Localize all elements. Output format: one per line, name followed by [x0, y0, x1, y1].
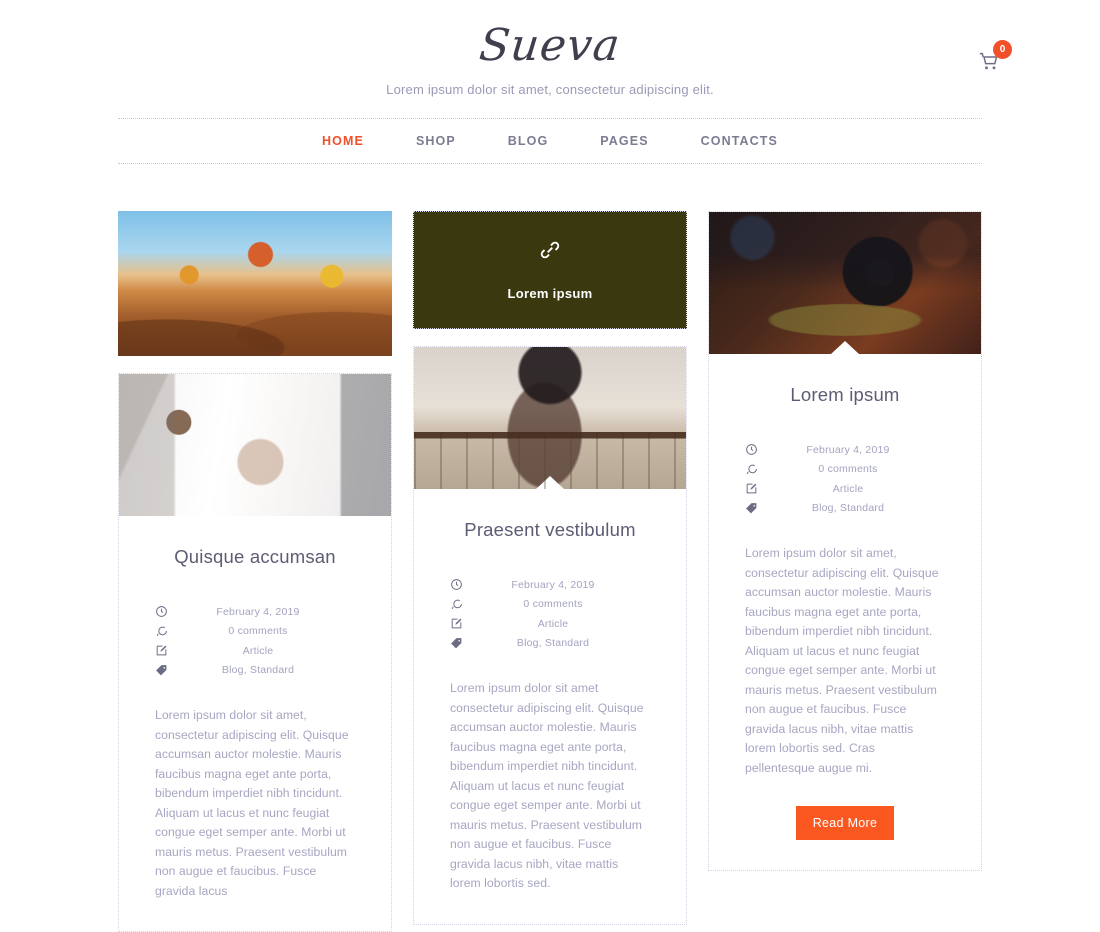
post-meta-list: February 4, 2019 0 comments Article Blog… [450, 575, 650, 653]
tag-icon [745, 502, 765, 515]
site-header: Sueva Lorem ipsum dolor sit amet, consec… [0, 0, 1100, 118]
comment-bubble-icon [745, 463, 765, 476]
brand-block: Sueva Lorem ipsum dolor sit amet, consec… [0, 18, 1100, 97]
nav-item-home[interactable]: HOME [296, 134, 390, 148]
post-date-text: February 4, 2019 [806, 443, 890, 456]
post-body: Praesent vestibulum February 4, 2019 0 c… [414, 489, 686, 924]
post-image-desk-flatlay[interactable] [119, 374, 391, 516]
clock-icon [450, 578, 470, 591]
pencil-square-icon [450, 617, 470, 630]
post-tags-text[interactable]: Blog, Standard [470, 637, 650, 649]
post-card-lorem-ipsum: Lorem ipsum February 4, 2019 0 comments [708, 211, 982, 872]
clock-icon [745, 443, 765, 456]
clock-icon [155, 605, 175, 618]
post-comments-text[interactable]: 0 comments [470, 598, 650, 610]
comment-bubble-icon [450, 598, 470, 611]
post-comments-text[interactable]: 0 comments [175, 625, 355, 637]
read-more-button[interactable]: Read More [795, 806, 895, 841]
masonry-column-middle: Lorem ipsum Praesent vestibulum February… [413, 211, 687, 925]
nav-item-pages[interactable]: PAGES [574, 134, 674, 148]
post-tags-text[interactable]: Blog, Standard [765, 502, 945, 514]
post-image-balloons[interactable] [118, 211, 392, 356]
nav-item-shop[interactable]: SHOP [390, 134, 482, 148]
site-tagline: Lorem ipsum dolor sit amet, consectetur … [386, 82, 714, 97]
post-body: Quisque accumsan February 4, 2019 0 comm… [119, 516, 391, 931]
post-card-quisque-accumsan: Quisque accumsan February 4, 2019 0 comm… [118, 373, 392, 932]
post-title[interactable]: Quisque accumsan [155, 546, 355, 568]
post-title[interactable]: Lorem ipsum [745, 384, 945, 406]
post-card-praesent-vestibulum: Praesent vestibulum February 4, 2019 0 c… [413, 346, 687, 925]
post-tags-text[interactable]: Blog, Standard [175, 664, 355, 676]
tag-icon [155, 664, 175, 677]
post-meta-comments: 0 comments [450, 595, 650, 615]
post-meta-date: February 4, 2019 [155, 602, 355, 622]
post-meta-comments: 0 comments [745, 460, 945, 480]
nav-item-contacts[interactable]: CONTACTS [675, 134, 804, 148]
post-comments-text[interactable]: 0 comments [765, 463, 945, 475]
post-excerpt: Lorem ipsum dolor sit amet consectetur a… [450, 681, 644, 891]
post-meta-list: February 4, 2019 0 comments Article Blog… [155, 602, 355, 680]
post-meta-category: Article [155, 641, 355, 661]
post-card-link-format[interactable]: Lorem ipsum [413, 211, 687, 329]
site-title: Sueva [477, 20, 623, 71]
tag-icon [450, 637, 470, 650]
post-meta-date: February 4, 2019 [745, 440, 945, 460]
cart-count-badge: 0 [993, 40, 1012, 59]
post-meta-tags: Blog, Standard [745, 499, 945, 519]
masonry-column-right: Lorem ipsum February 4, 2019 0 comments [708, 211, 982, 872]
image-notch [831, 341, 859, 354]
post-meta-category: Article [450, 614, 650, 634]
post-date-text: February 4, 2019 [511, 578, 595, 591]
link-card-label: Lorem ipsum [507, 286, 593, 301]
image-notch [536, 476, 564, 489]
post-image-camera[interactable] [709, 212, 981, 354]
chain-link-icon [539, 239, 561, 266]
post-category-text[interactable]: Article [765, 483, 945, 495]
pencil-square-icon [745, 482, 765, 495]
cart-widget[interactable]: 0 [968, 40, 1012, 74]
post-title[interactable]: Praesent vestibulum [450, 519, 650, 541]
masonry-grid: Quisque accumsan February 4, 2019 0 comm… [0, 164, 1100, 932]
post-meta-list: February 4, 2019 0 comments Article Blog… [745, 440, 945, 518]
nav-item-blog[interactable]: BLOG [482, 134, 575, 148]
post-category-text[interactable]: Article [175, 645, 355, 657]
post-meta-tags: Blog, Standard [155, 661, 355, 681]
post-excerpt: Lorem ipsum dolor sit amet, consectetur … [745, 546, 939, 775]
post-meta-category: Article [745, 479, 945, 499]
read-more-wrapper: Read More [745, 806, 945, 841]
post-date-text: February 4, 2019 [216, 605, 300, 618]
masonry-column-left: Quisque accumsan February 4, 2019 0 comm… [118, 211, 392, 932]
post-body: Lorem ipsum February 4, 2019 0 comments [709, 354, 981, 870]
post-category-text[interactable]: Article [470, 618, 650, 630]
post-meta-tags: Blog, Standard [450, 634, 650, 654]
post-image-fashion[interactable] [414, 347, 686, 489]
post-meta-date: February 4, 2019 [450, 575, 650, 595]
pencil-square-icon [155, 644, 175, 657]
post-meta-comments: 0 comments [155, 622, 355, 642]
main-navigation: HOME SHOP BLOG PAGES CONTACTS [118, 118, 982, 164]
comment-bubble-icon [155, 625, 175, 638]
post-excerpt: Lorem ipsum dolor sit amet, consectetur … [155, 708, 349, 898]
